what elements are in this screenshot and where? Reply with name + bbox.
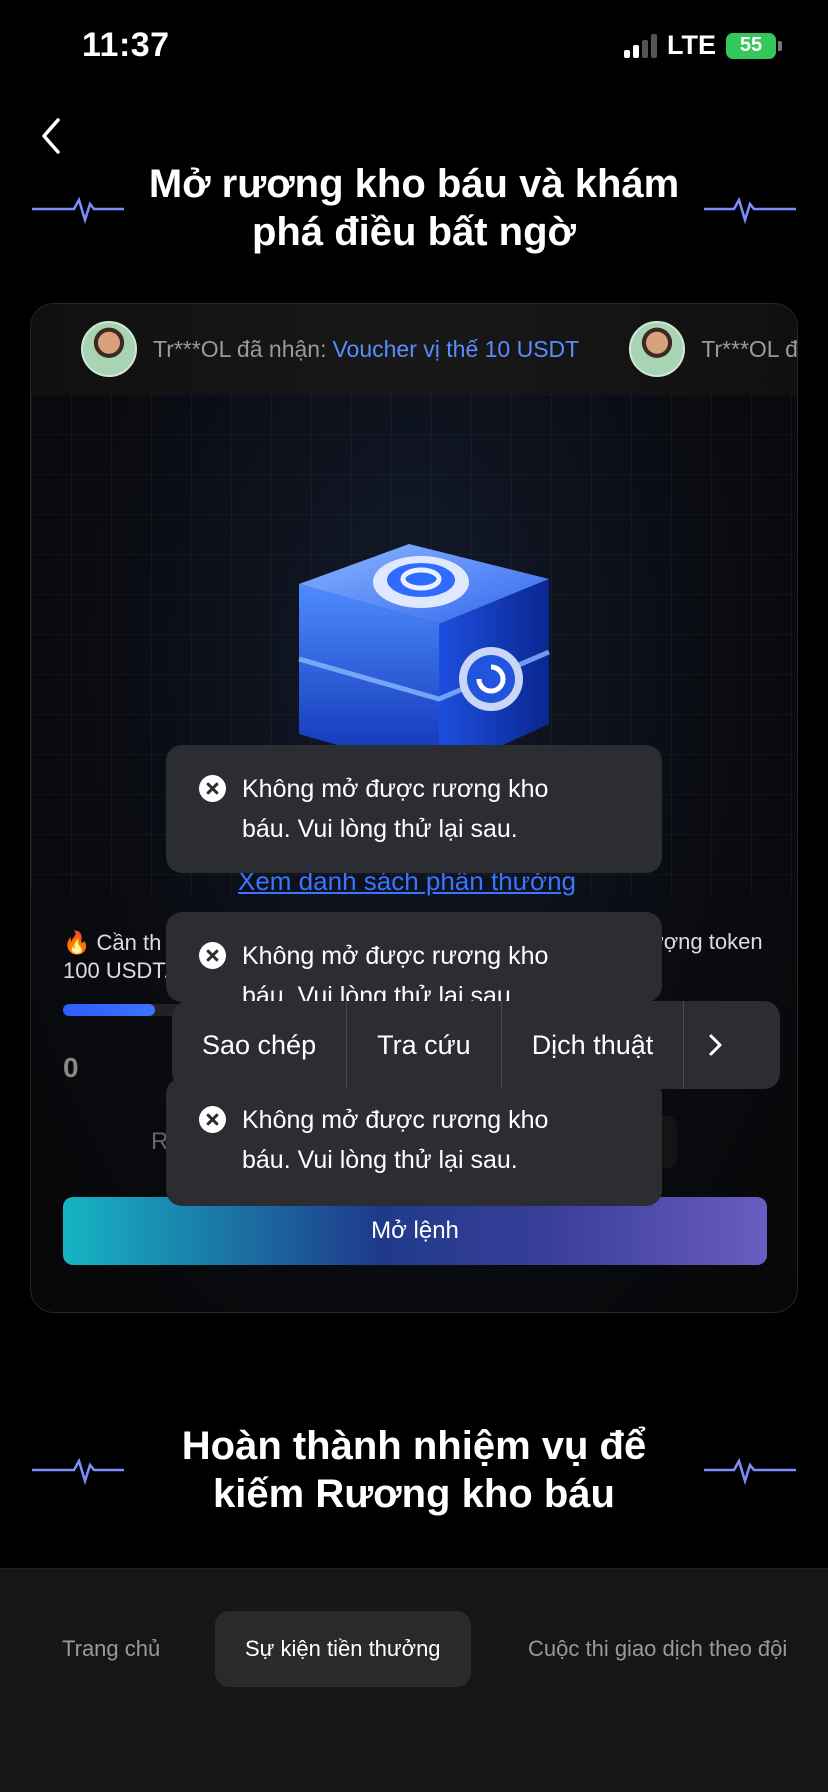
error-toast: Không mở được rương kho báu. Vui lòng th… — [166, 1078, 662, 1206]
ticker-item: Tr***OL đã — [629, 321, 798, 377]
open-order-button[interactable]: Mở lệnh — [63, 1197, 767, 1265]
ticker-reward: Voucher vị thế 10 USDT — [332, 335, 580, 362]
error-toast: Không mở được rương kho báu. Vui lòng th… — [166, 912, 662, 1002]
menu-item-lookup[interactable]: Tra cứu — [347, 1001, 502, 1089]
pulse-decoration-icon — [32, 1457, 124, 1485]
page-title: Mở rương kho báu và khám phá điều bất ng… — [148, 162, 680, 254]
toast-message: Không mở được rương kho báu. Vui lòng th… — [242, 1100, 632, 1180]
pulse-decoration-icon — [704, 1457, 796, 1485]
pulse-decoration-icon — [704, 196, 796, 224]
error-toast: Không mở được rương kho báu. Vui lòng th… — [166, 745, 662, 873]
bottom-tab-bar: Trang chủ Sự kiện tiền thưởng Cuộc thi g… — [0, 1568, 828, 1792]
progress-label-right: ượng token — [649, 929, 763, 954]
progress-label: 🔥 Cần th 100 USDT. — [63, 929, 169, 985]
network-label: LTE — [667, 30, 716, 60]
signal-icon — [624, 33, 657, 58]
chevron-left-icon — [42, 118, 60, 154]
toast-message: Không mở được rương kho báu. Vui lòng th… — [242, 936, 632, 1002]
error-circle-icon — [199, 942, 226, 969]
status-time: 11:37 — [82, 26, 170, 64]
tab-team-trading-contest[interactable]: Cuộc thi giao dịch theo đội — [528, 1611, 787, 1687]
error-circle-icon — [199, 1106, 226, 1133]
pulse-decoration-icon — [32, 196, 124, 224]
battery-icon: 55 — [726, 32, 782, 59]
toast-line: báu. Vui lòng thử lại sau. — [242, 982, 518, 1002]
menu-more-button[interactable] — [684, 1001, 746, 1089]
progress-label-line: 🔥 Cần th — [63, 930, 162, 955]
ticker-user: Tr***OL đã nhận: — [153, 335, 327, 362]
toast-line: Không mở được rương kho — [242, 775, 549, 803]
menu-item-copy[interactable]: Sao chép — [172, 1001, 348, 1089]
toast-line: Không mở được rương kho — [242, 1106, 549, 1134]
avatar — [629, 321, 686, 377]
back-button[interactable] — [34, 112, 68, 160]
error-circle-icon — [199, 775, 226, 802]
battery-level: 55 — [739, 34, 763, 56]
progress-fill — [63, 1004, 155, 1016]
tab-bonus-events[interactable]: Sự kiện tiền thưởng — [215, 1611, 471, 1687]
avatar — [81, 321, 137, 377]
menu-item-translate[interactable]: Dịch thuật — [502, 1001, 685, 1089]
chevron-right-icon — [709, 1034, 722, 1056]
toast-line: Không mở được rương kho — [242, 942, 549, 970]
ticker-item: Tr***OL đã nhận: Voucher vị thế 10 USDT — [81, 321, 579, 377]
section-title: Hoàn thành nhiệm vụ để kiếm Rương kho bá… — [181, 1424, 647, 1516]
ticker-user: Tr***OL đã — [701, 335, 798, 362]
status-indicators: LTE 55 — [624, 30, 782, 61]
toast-line: báu. Vui lòng thử lại sau. — [242, 815, 518, 843]
progress-value: 0 — [63, 1052, 79, 1083]
toast-line: báu. Vui lòng thử lại sau. — [242, 1146, 518, 1174]
tab-home[interactable]: Trang chủ — [62, 1611, 160, 1687]
status-bar: 11:37 LTE 55 — [0, 0, 828, 96]
toast-message: Không mở được rương kho báu. Vui lòng th… — [242, 769, 632, 849]
progress-label-line: 100 USDT. — [63, 958, 170, 983]
text-context-menu: Sao chép Tra cứu Dịch thuật — [172, 1001, 780, 1089]
winner-ticker: Tr***OL đã nhận: Voucher vị thế 10 USDT … — [31, 304, 798, 394]
